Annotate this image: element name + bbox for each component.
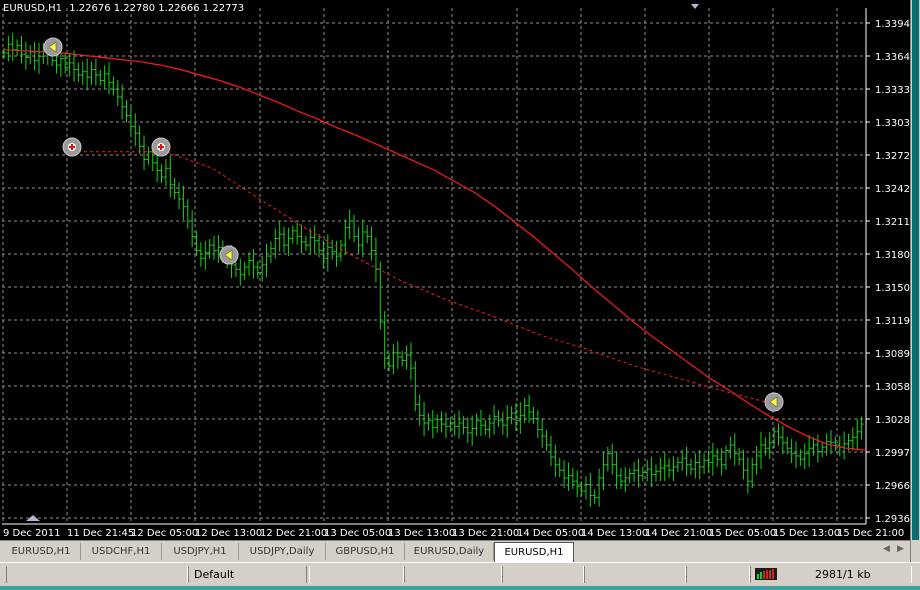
status-traffic: 2981/1 kb bbox=[750, 566, 912, 583]
status-field-2 bbox=[404, 566, 502, 583]
bottom-frame bbox=[0, 586, 920, 590]
time-label: 12 Dec 05:00 bbox=[131, 528, 198, 539]
ohlc-values: 1.22676 1.22780 1.22666 1.22773 bbox=[69, 3, 245, 14]
status-help bbox=[6, 566, 188, 583]
tab-gbpusd-h1[interactable]: GBPUSD,H1 bbox=[326, 543, 405, 560]
time-label: 15 Dec 05:00 bbox=[709, 528, 776, 539]
price-label: 1.31805 bbox=[875, 250, 910, 261]
price-label: 1.32115 bbox=[875, 217, 910, 228]
tab-label: EURUSD,Daily bbox=[413, 546, 485, 557]
connection-bars-icon bbox=[755, 568, 777, 580]
symbol-timeframe: EURUSD,H1 bbox=[3, 3, 63, 14]
time-label: 15 Dec 13:00 bbox=[773, 528, 840, 539]
time-label: 12 Dec 21:00 bbox=[260, 528, 327, 539]
traffic-value: 2981/1 kb bbox=[815, 568, 871, 581]
price-label: 1.30280 bbox=[875, 415, 910, 426]
tab-label: USDJPY,H1 bbox=[173, 546, 227, 557]
tab-eurusd-h1-active[interactable]: EURUSD,H1 bbox=[494, 542, 574, 562]
price-chart[interactable]: 1.33945 1.33640 1.33335 1.33030 1.32725 1.324… bbox=[0, 0, 910, 540]
price-label: 1.33335 bbox=[875, 85, 910, 96]
time-label: 11 Dec 21:45 bbox=[67, 528, 134, 539]
price-label: 1.33945 bbox=[875, 19, 910, 30]
status-field-5 bbox=[686, 566, 750, 583]
profile-name: Default bbox=[194, 568, 235, 581]
time-label: 14 Dec 21:00 bbox=[645, 528, 712, 539]
time-label: 15 Dec 21:00 bbox=[837, 528, 904, 539]
price-label: 1.32420 bbox=[875, 184, 910, 195]
vertical-scrollbar[interactable] bbox=[912, 0, 919, 540]
time-label: 14 Dec 05:00 bbox=[517, 528, 584, 539]
tab-usdjpy-h1[interactable]: USDJPY,H1 bbox=[162, 543, 239, 560]
chart-area[interactable]: 1.33945 1.33640 1.33335 1.33030 1.32725 1.324… bbox=[0, 0, 910, 540]
time-label: 9 Dec 2011 bbox=[3, 528, 61, 539]
status-profile: Default bbox=[188, 566, 310, 583]
chart-tab-bar: EURUSD,H1 USDCHF,H1 USDJPY,H1 USDJPY,Dai… bbox=[0, 540, 910, 563]
status-field-1 bbox=[306, 566, 404, 583]
tab-usdjpy-daily[interactable]: USDJPY,Daily bbox=[239, 543, 326, 560]
tab-eurusd-h1[interactable]: EURUSD,H1 bbox=[2, 543, 81, 560]
tab-eurusd-daily[interactable]: EURUSD,Daily bbox=[405, 543, 494, 560]
time-label: 14 Dec 13:00 bbox=[581, 528, 648, 539]
price-label: 1.32725 bbox=[875, 151, 910, 162]
time-label: 13 Dec 05:00 bbox=[324, 528, 391, 539]
price-label: 1.33640 bbox=[875, 52, 910, 63]
time-label: 13 Dec 21:00 bbox=[452, 528, 519, 539]
price-label: 1.29975 bbox=[875, 448, 910, 459]
price-label: 1.33030 bbox=[875, 118, 910, 129]
tab-scroll-left-icon[interactable]: ◀ bbox=[883, 544, 890, 554]
status-field-3 bbox=[502, 566, 584, 583]
status-bar: Default 2981/1 kb bbox=[0, 562, 920, 587]
chart-header: EURUSD,H1 1.22676 1.22780 1.22666 1.2277… bbox=[3, 3, 248, 14]
price-label: 1.30890 bbox=[875, 349, 910, 360]
tab-label: GBPUSD,H1 bbox=[335, 546, 395, 557]
tab-label: USDJPY,Daily bbox=[249, 546, 315, 557]
price-label: 1.29665 bbox=[875, 481, 910, 492]
tab-label: EURUSD,H1 bbox=[504, 547, 564, 558]
price-label: 1.31195 bbox=[875, 316, 910, 327]
status-field-4 bbox=[584, 566, 686, 583]
right-frame bbox=[910, 0, 920, 562]
price-label: 1.31500 bbox=[875, 283, 910, 294]
tab-label: USDCHF,H1 bbox=[91, 546, 151, 557]
time-label: 12 Dec 13:00 bbox=[195, 528, 262, 539]
price-label: 1.29360 bbox=[875, 514, 910, 525]
price-label: 1.30585 bbox=[875, 382, 910, 393]
tab-label: EURUSD,H1 bbox=[11, 546, 71, 557]
tab-scroll-right-icon[interactable]: ▶ bbox=[897, 544, 904, 554]
time-label: 13 Dec 13:00 bbox=[388, 528, 455, 539]
tab-usdchf-h1[interactable]: USDCHF,H1 bbox=[81, 543, 162, 560]
